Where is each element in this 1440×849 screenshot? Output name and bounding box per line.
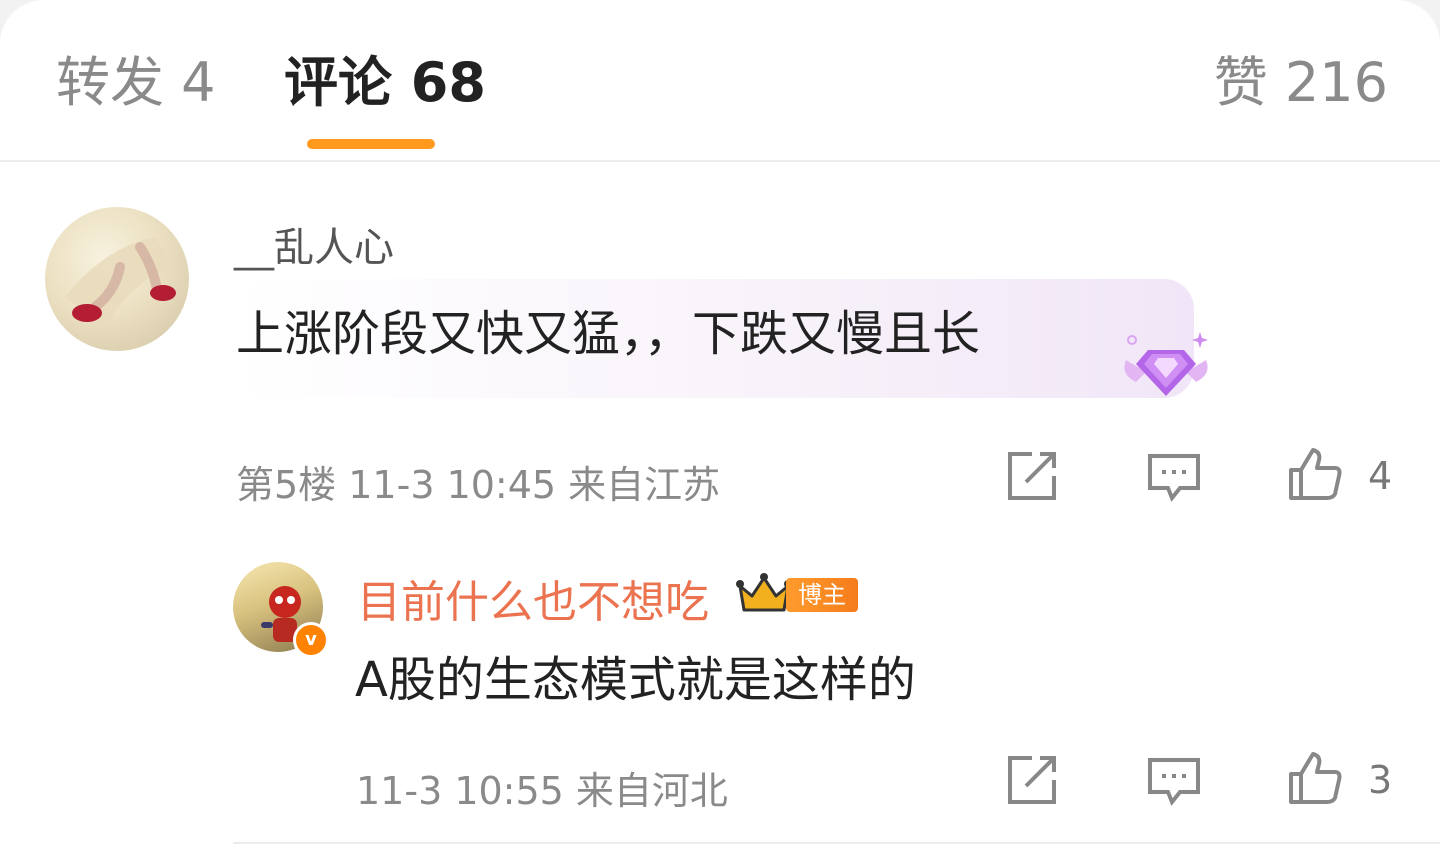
comment-icon[interactable] [1146,450,1202,506]
blogger-badge: 博主 [786,578,858,612]
like-count: 4 [1368,454,1393,498]
share-icon[interactable] [1004,448,1060,504]
share-icon[interactable] [1004,752,1060,808]
like-icon[interactable] [1287,750,1343,806]
verified-badge: v [293,622,329,658]
comment-icon[interactable] [1146,754,1202,810]
crown-icon [736,572,792,616]
tab-like[interactable]: 赞 216 [1214,52,1388,114]
comment-username[interactable]: __乱人心 [234,215,394,273]
reply-meta: 11-3 10:55 来自河北 [356,769,728,813]
reply-like-count: 3 [1368,758,1393,802]
active-tab-indicator [307,139,435,149]
gem-badge-icon [1118,328,1214,404]
reply-text: A股的生态模式就是这样的 [355,652,916,708]
avatar[interactable] [45,207,189,351]
reply-username[interactable]: 目前什么也不想吃 [357,566,709,630]
tab-repost[interactable]: 转发 4 [56,52,216,114]
comment-panel: 转发 4 评论 68 赞 216 __乱人心 上涨阶段又快又猛，，下跌又慢且长 … [0,0,1440,849]
tab-comment[interactable]: 评论 68 [284,52,486,114]
like-icon[interactable] [1287,446,1343,502]
tab-bar: 转发 4 评论 68 赞 216 [0,0,1440,162]
divider [233,842,1440,844]
comment-meta: 第5楼 11-3 10:45 来自江苏 [236,463,721,507]
comment-text: 上涨阶段又快又猛，，下跌又慢且长 [236,306,981,362]
